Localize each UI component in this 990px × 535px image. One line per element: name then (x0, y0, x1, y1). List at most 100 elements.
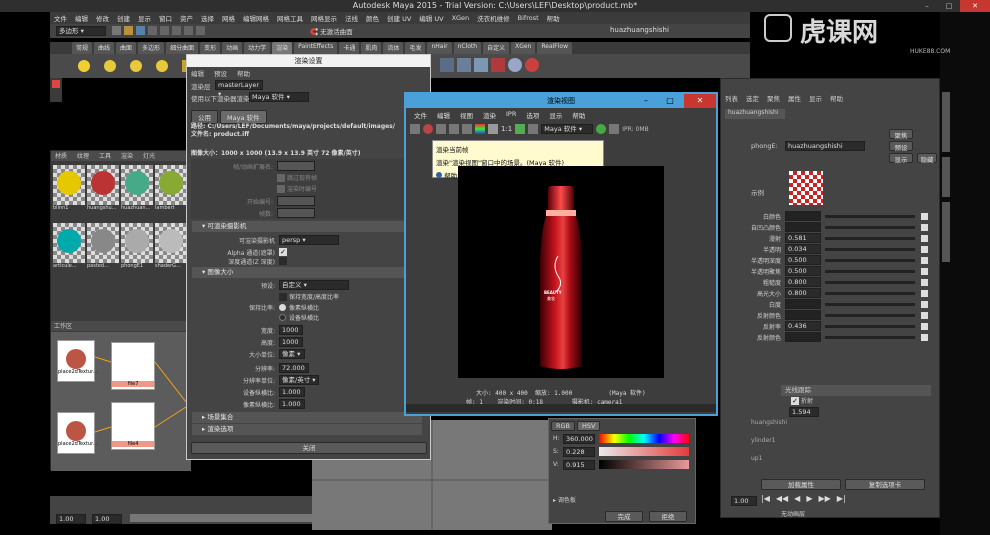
map-button-icon[interactable] (921, 256, 928, 264)
menu-item[interactable]: 网格显示 (311, 13, 337, 23)
attribute-editor-menu-item[interactable]: 显示 (809, 93, 822, 103)
attribute-slider[interactable] (825, 214, 915, 218)
stop-icon[interactable] (609, 124, 620, 134)
menu-item[interactable]: 帮助 (547, 13, 560, 23)
spot-light-icon[interactable] (104, 60, 116, 72)
attribute-value[interactable]: 0.034 (785, 244, 821, 254)
render-view-menu-item[interactable]: 编辑 (437, 110, 450, 120)
area-light-icon[interactable] (156, 60, 168, 72)
palette-toggle[interactable]: ▸ 调色板 (553, 495, 576, 504)
menu-item[interactable]: 编辑 (75, 13, 88, 23)
render-settings-menu-item[interactable]: 帮助 (237, 68, 250, 78)
tab-maya-software[interactable]: Maya 软件 (220, 110, 267, 124)
range-start-field[interactable]: 1.00 (92, 514, 122, 524)
render-view-minimize-icon[interactable]: – (634, 94, 658, 108)
render-settings-menu-item[interactable]: 预设 (214, 68, 227, 78)
close-button[interactable]: 关闭 (191, 442, 427, 454)
magnet-icon[interactable] (160, 26, 169, 35)
render-view-close-icon[interactable]: ✕ (684, 94, 716, 108)
menu-item[interactable]: 网格 (222, 13, 235, 23)
renderer-dropdown[interactable]: Maya 软件 ▾ (249, 92, 309, 102)
attribute-value[interactable] (785, 299, 821, 309)
keep-ratio-checkbox[interactable] (279, 293, 287, 301)
attribute-slider[interactable] (825, 335, 915, 339)
material-swatch[interactable]: huazhuan... (121, 165, 153, 219)
step-forward-icon[interactable]: ▶▶ (818, 494, 830, 503)
resolution-field[interactable]: 72.000 (279, 363, 309, 373)
menu-item[interactable]: 法线 (345, 13, 358, 23)
material-swatch[interactable]: huangshu... (87, 165, 119, 219)
map-button-icon[interactable] (921, 223, 928, 231)
node-tab[interactable]: huazhuangshishi (725, 109, 785, 119)
render-frame-icon[interactable] (410, 124, 420, 134)
saturation-slider[interactable] (599, 447, 689, 456)
attribute-slider[interactable] (825, 236, 915, 240)
hypershade-tab[interactable]: 渲染 (121, 151, 133, 161)
preset-dropdown[interactable]: 自定义 ▾ (279, 280, 349, 290)
render-view-menu-item[interactable]: 文件 (414, 110, 427, 120)
select-mode-icon[interactable] (148, 26, 157, 35)
outliner-item[interactable]: huangshishi (751, 419, 787, 426)
width-field[interactable]: 1000 (279, 325, 303, 335)
render-view-menu-item[interactable]: 选项 (526, 110, 539, 120)
attribute-value[interactable]: 0.436 (785, 321, 821, 331)
alpha-icon[interactable] (488, 124, 498, 134)
snapshot-icon[interactable] (436, 124, 446, 134)
frame-field[interactable] (277, 161, 315, 171)
shelf-tab[interactable]: 曲面 (116, 42, 137, 54)
channel-box-side-tab[interactable] (942, 202, 950, 262)
section-renderable-cameras[interactable]: ▾ 可渲染摄影机 (192, 221, 422, 232)
value-slider[interactable] (599, 460, 689, 469)
rgb-icon[interactable] (475, 124, 485, 134)
menu-item[interactable]: 编辑网格 (243, 13, 269, 23)
frame-count-field[interactable] (277, 208, 315, 218)
current-time-field[interactable]: 1.00 (731, 496, 757, 506)
menu-item[interactable]: 显示 (138, 13, 151, 23)
attribute-value[interactable] (785, 211, 821, 221)
menu-item[interactable]: 创建 UV (387, 13, 411, 23)
tool-settings-side-tab[interactable] (942, 157, 950, 197)
shelf-tab[interactable]: 动画 (222, 42, 243, 54)
section-scene-assembly[interactable]: ▸ 场景集合 (192, 412, 422, 423)
light-icon[interactable] (78, 60, 90, 72)
menu-item[interactable]: 创建 (117, 13, 130, 23)
keep-image-icon[interactable] (515, 124, 526, 134)
renumber-checkbox[interactable] (277, 185, 285, 193)
open-scene-icon[interactable] (124, 26, 133, 35)
render-view-menu-item[interactable]: 显示 (549, 110, 562, 120)
shelf-tab[interactable]: 曲线 (94, 42, 115, 54)
hypershade-tab[interactable]: 工具 (99, 151, 111, 161)
cancel-button[interactable]: 拒绝 (649, 511, 687, 522)
outliner-item[interactable]: up1 (751, 455, 762, 462)
material-swatch[interactable]: shaderG... (155, 223, 187, 277)
snap-curve-icon[interactable] (184, 26, 193, 35)
menu-item[interactable]: 窗口 (159, 13, 172, 23)
material-swatch[interactable]: lambert (155, 165, 187, 219)
attribute-value[interactable] (785, 222, 821, 232)
renderer-select[interactable]: Maya 软件 ▾ (541, 124, 594, 134)
shelf-tab[interactable]: nHair (427, 42, 452, 54)
start-time-field[interactable]: 1.00 (56, 514, 86, 524)
hypershade-tab[interactable]: 材质 (55, 151, 67, 161)
s-field[interactable]: 0.228 (563, 447, 595, 457)
attribute-slider[interactable] (825, 247, 915, 251)
render-view-maximize-icon[interactable]: □ (658, 94, 682, 108)
skip-frames-checkbox[interactable] (277, 174, 285, 182)
attribute-slider[interactable] (825, 302, 915, 306)
shelf-tab[interactable]: 毛发 (405, 42, 426, 54)
presets-button[interactable]: 预设 (889, 141, 913, 152)
shelf-tab[interactable]: 变形 (200, 42, 221, 54)
res-units-dropdown[interactable]: 像素/英寸 ▾ (279, 375, 319, 385)
map-button-icon[interactable] (921, 267, 928, 275)
hypershade-tab[interactable]: 纹理 (77, 151, 89, 161)
shelf-tab[interactable]: 多边形 (138, 42, 165, 54)
shelf-tab[interactable]: 自定义 (483, 42, 510, 54)
map-button-icon[interactable] (921, 311, 928, 319)
ipr-toggle-icon[interactable] (596, 124, 607, 134)
render-view-scrollbar[interactable] (406, 404, 716, 412)
attribute-slider[interactable] (825, 313, 915, 317)
map-button-icon[interactable] (921, 322, 928, 330)
attribute-value[interactable]: 0.500 (785, 255, 821, 265)
material-icon[interactable] (525, 58, 539, 72)
attribute-value[interactable] (785, 310, 821, 320)
